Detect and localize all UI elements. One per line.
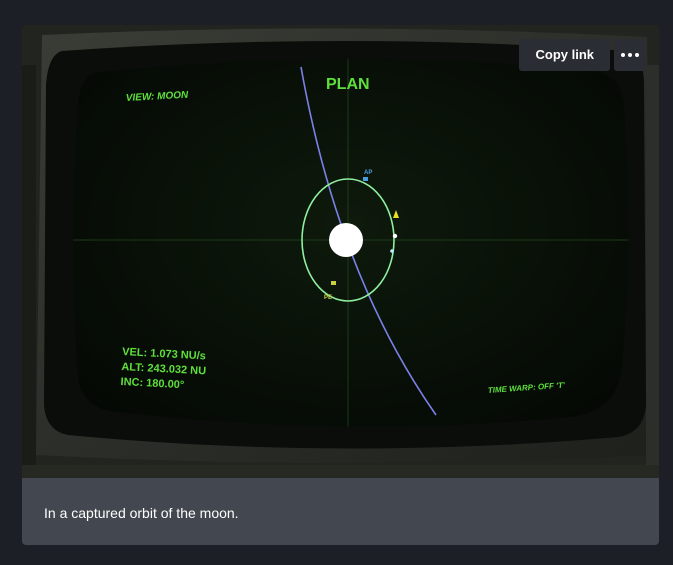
periapsis-label: PE xyxy=(324,295,332,301)
node-marker xyxy=(390,249,394,253)
plan-title: PLAN xyxy=(326,76,370,93)
apoapsis-label: AP xyxy=(364,170,372,176)
more-options-button[interactable] xyxy=(614,39,646,71)
crt-monitor: VIEW: MOON PLAN AP PE VEL: 1.073 NU/s AL… xyxy=(22,25,659,478)
ellipsis-icon xyxy=(635,53,639,57)
game-screenshot: VIEW: MOON PLAN AP PE VEL: 1.073 NU/s AL… xyxy=(22,25,659,478)
image-caption: In a captured orbit of the moon. xyxy=(44,505,239,521)
vessel-marker xyxy=(392,233,398,239)
periapsis-marker xyxy=(331,281,336,285)
apoapsis-marker xyxy=(363,177,368,181)
copy-link-button[interactable]: Copy link xyxy=(519,39,610,71)
moon-body xyxy=(329,223,363,257)
image-card: VIEW: MOON PLAN AP PE VEL: 1.073 NU/s AL… xyxy=(22,25,659,545)
ellipsis-icon xyxy=(621,53,625,57)
ellipsis-icon xyxy=(628,53,632,57)
